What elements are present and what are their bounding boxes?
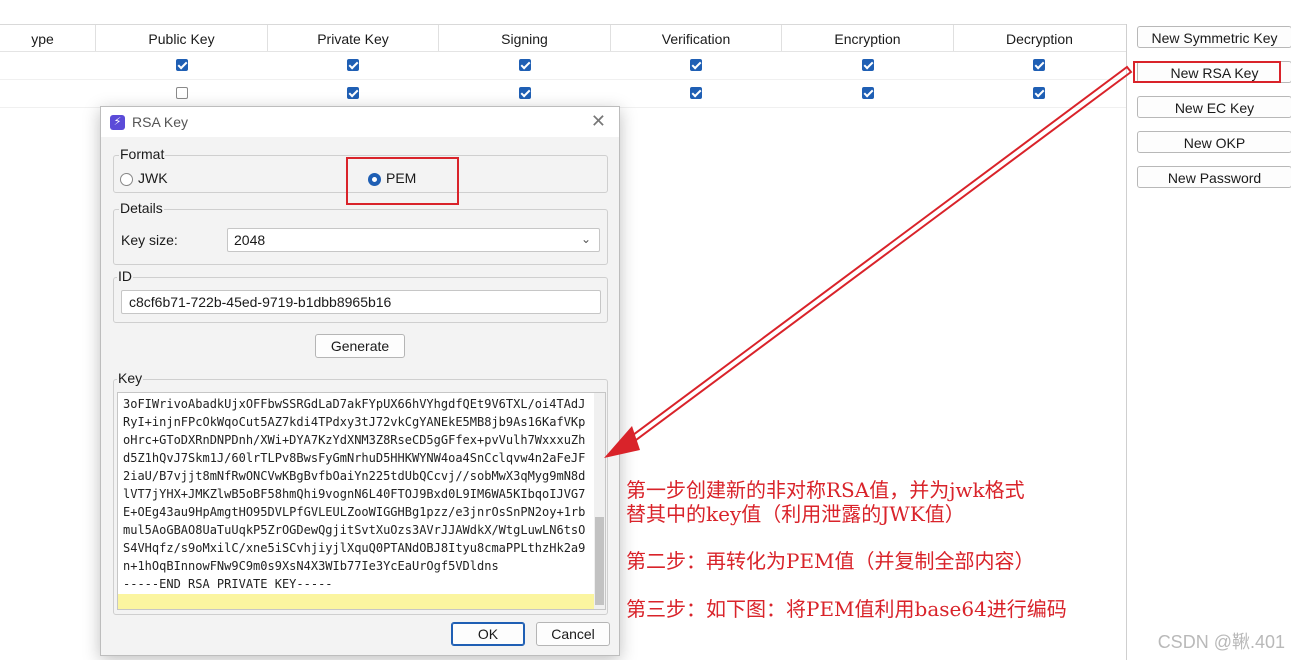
step2-annotation: 第二步：再转化为PEM值（并复制全部内容） (626, 549, 1035, 573)
step1-annotation-line2: 替其中的key值（利用泄露的JWK值） (626, 502, 965, 526)
step3-annotation: 第三步：如下图：将PEM值利用base64进行编码 (626, 597, 1067, 621)
watermark: CSDN @鞦.401 (1157, 632, 1285, 652)
